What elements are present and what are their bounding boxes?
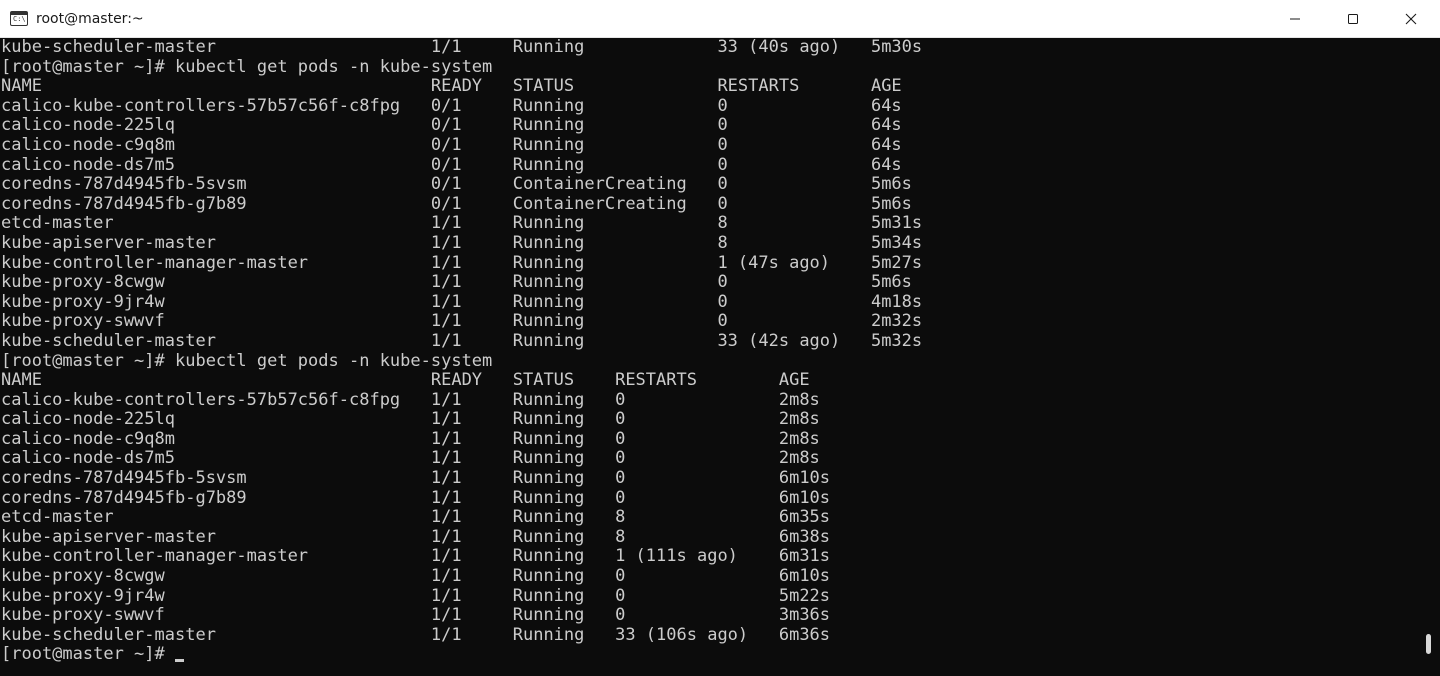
terminal-line: calico-kube-controllers-57b57c56f-c8fpg … (1, 389, 820, 410)
close-button[interactable] (1382, 0, 1440, 38)
terminal-line: etcd-master 1/1 Running 8 5m31s (1, 213, 923, 234)
window-controls (1266, 0, 1440, 38)
terminal-text: kube-scheduler-master 1/1 Running 33 (40… (1, 38, 922, 665)
terminal-line: coredns-787d4945fb-5svsm 0/1 ContainerCr… (1, 174, 912, 195)
minimize-button[interactable] (1266, 0, 1324, 38)
terminal-line: etcd-master 1/1 Running 8 6m35s (1, 507, 831, 528)
terminal-line: NAME READY STATUS RESTARTS AGE (1, 76, 902, 97)
terminal-line: kube-proxy-8cwgw 1/1 Running 0 6m10s (1, 566, 831, 587)
terminal-line: [root@master ~]# kubectl get pods -n kub… (1, 350, 493, 371)
terminal-line: kube-scheduler-master 1/1 Running 33 (42… (1, 330, 923, 351)
terminal-line: calico-kube-controllers-57b57c56f-c8fpg … (1, 95, 902, 116)
close-icon (1405, 13, 1417, 25)
terminal-line: coredns-787d4945fb-g7b89 0/1 ContainerCr… (1, 193, 912, 214)
terminal-line: kube-proxy-swwvf 1/1 Running 0 2m32s (1, 311, 923, 332)
terminal-line: kube-apiserver-master 1/1 Running 8 6m38… (1, 526, 831, 547)
minimize-icon (1290, 18, 1300, 20)
terminal-output-area[interactable]: kube-scheduler-master 1/1 Running 33 (40… (0, 38, 1418, 676)
terminal-line: kube-apiserver-master 1/1 Running 8 5m34… (1, 232, 923, 253)
terminal-line: calico-node-c9q8m 1/1 Running 0 2m8s (1, 428, 820, 449)
terminal-line: [root@master ~]# kubectl get pods -n kub… (1, 56, 493, 77)
terminal-line: calico-node-ds7m5 0/1 Running 0 64s (1, 154, 902, 175)
terminal-line: calico-node-225lq 1/1 Running 0 2m8s (1, 409, 820, 430)
terminal-line: NAME READY STATUS RESTARTS AGE (1, 370, 810, 391)
terminal-line: kube-proxy-swwvf 1/1 Running 0 3m36s (1, 605, 831, 626)
terminal-line: kube-proxy-9jr4w 1/1 Running 0 5m22s (1, 585, 831, 606)
terminal-line: kube-proxy-8cwgw 1/1 Running 0 5m6s (1, 272, 912, 293)
terminal-line: coredns-787d4945fb-g7b89 1/1 Running 0 6… (1, 487, 831, 508)
maximize-icon (1348, 14, 1358, 24)
terminal-line: kube-scheduler-master 1/1 Running 33 (10… (1, 624, 831, 645)
terminal-line: calico-node-ds7m5 1/1 Running 0 2m8s (1, 448, 820, 469)
terminal-window: C:\ root@master:~ kube-scheduler-master … (0, 0, 1440, 676)
window-title: root@master:~ (36, 10, 144, 27)
title-bar[interactable]: C:\ root@master:~ (0, 0, 1440, 38)
terminal-icon: C:\ (10, 11, 28, 26)
scrollbar[interactable] (1418, 38, 1440, 676)
text-cursor (174, 659, 184, 663)
terminal-line: calico-node-225lq 0/1 Running 0 64s (1, 115, 902, 136)
maximize-button[interactable] (1324, 0, 1382, 38)
terminal-line: kube-proxy-9jr4w 1/1 Running 0 4m18s (1, 291, 923, 312)
shell-prompt: [root@master ~]# (1, 644, 165, 665)
terminal-line: kube-controller-manager-master 1/1 Runni… (1, 252, 923, 273)
terminal-line: coredns-787d4945fb-5svsm 1/1 Running 0 6… (1, 468, 831, 489)
current-prompt-line[interactable]: [root@master ~]# (1, 645, 922, 665)
terminal-line: kube-scheduler-master 1/1 Running 33 (40… (1, 38, 923, 57)
terminal-icon-glyph: C:\ (13, 15, 26, 23)
terminal-line: calico-node-c9q8m 0/1 Running 0 64s (1, 134, 902, 155)
scrollbar-thumb[interactable] (1426, 634, 1431, 654)
terminal-line: kube-controller-manager-master 1/1 Runni… (1, 546, 831, 567)
